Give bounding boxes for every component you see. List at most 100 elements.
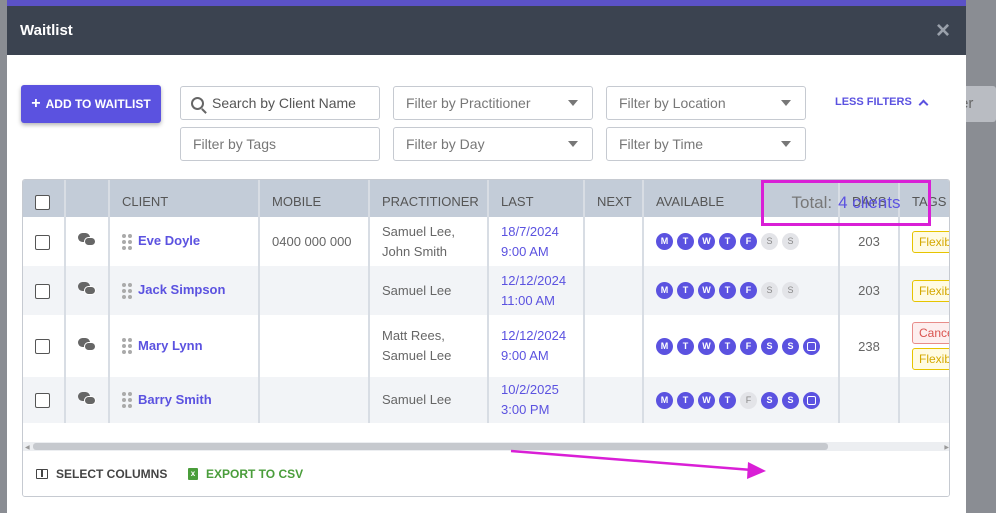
add-to-waitlist-button[interactable]: + ADD TO WAITLIST (21, 85, 161, 123)
search-box[interactable] (180, 86, 380, 120)
column-header-next[interactable]: NEXT (584, 180, 644, 217)
last-appointment-line: 3:00 PM (501, 402, 550, 417)
next-cell (584, 377, 644, 423)
drag-handle-icon[interactable] (122, 282, 132, 299)
filter-tags-label: Filter by Tags (193, 136, 276, 152)
day-indicator: W (698, 233, 715, 251)
client-name-link[interactable]: Mary Lynn (138, 338, 203, 353)
scroll-right-icon[interactable]: ▶ (944, 444, 949, 451)
filter-day-select[interactable]: Filter by Day (393, 127, 593, 161)
next-cell (584, 217, 644, 266)
chevron-down-icon (568, 141, 578, 147)
filter-time-select[interactable]: Filter by Time (606, 127, 806, 161)
days-cell: 203 (839, 266, 900, 315)
search-icon (191, 96, 204, 110)
row-checkbox[interactable] (35, 393, 50, 409)
day-indicator: S (761, 337, 778, 355)
waitlist-table: CLIENT MOBILE PRACTITIONER LAST NEXT AVA… (22, 179, 950, 497)
client-name-link[interactable]: Barry Smith (138, 392, 212, 407)
day-indicator: S (782, 391, 799, 409)
tags-cell: Cancel Flexible (899, 315, 949, 377)
drag-handle-icon[interactable] (122, 338, 132, 355)
mobile-cell (259, 377, 370, 423)
client-cell: Eve Doyle (109, 217, 260, 266)
filter-time-label: Filter by Time (619, 136, 704, 152)
practitioner-cell: Samuel Lee (369, 377, 489, 423)
select-all-cell (23, 180, 66, 217)
filter-location-select[interactable]: Filter by Location (606, 86, 806, 120)
tag-badge: Flexible (912, 348, 949, 370)
available-cell: MTWTFSS (643, 315, 840, 377)
client-name-link[interactable]: Jack Simpson (138, 282, 225, 297)
available-cell: MTWTFSS (643, 377, 840, 423)
chevron-down-icon (568, 100, 578, 106)
modal-title: Waitlist (20, 22, 73, 39)
day-indicator: F (740, 337, 757, 355)
filter-location-label: Filter by Location (619, 95, 726, 111)
day-indicator: T (677, 233, 694, 251)
close-icon[interactable]: × (936, 18, 950, 43)
less-filters-label: LESS FILTERS (835, 96, 912, 108)
tags-cell: Flexible (899, 266, 949, 315)
chat-icon[interactable] (78, 233, 96, 247)
day-indicator: S (761, 391, 778, 409)
column-header-mobile[interactable]: MOBILE (259, 180, 370, 217)
less-filters-toggle[interactable]: LESS FILTERS (835, 96, 929, 109)
day-indicator: W (698, 391, 715, 409)
filter-tags-input[interactable]: Filter by Tags (180, 127, 380, 161)
chat-icon[interactable] (78, 282, 96, 296)
days-cell: 238 (839, 315, 900, 377)
row-select-cell (23, 217, 66, 266)
last-cell[interactable]: 12/12/2024 9:00 AM (488, 315, 585, 377)
select-columns-label: SELECT COLUMNS (56, 467, 168, 481)
row-checkbox[interactable] (35, 234, 50, 250)
note-icon[interactable] (803, 337, 820, 355)
search-input[interactable] (212, 95, 362, 111)
client-cell: Jack Simpson (109, 266, 260, 315)
row-message-cell (65, 266, 110, 315)
columns-icon (36, 469, 48, 479)
select-columns-button[interactable]: SELECT COLUMNS (36, 467, 167, 481)
column-header-last[interactable]: LAST (488, 180, 585, 217)
chevron-down-icon (781, 100, 791, 106)
table-row[interactable]: Mary Lynn Matt Rees, Samuel Lee 12/12/202… (23, 315, 949, 377)
drag-handle-icon[interactable] (122, 392, 132, 409)
export-csv-button[interactable]: x EXPORT TO CSV (188, 467, 303, 481)
row-select-cell (23, 377, 66, 423)
chat-icon[interactable] (78, 391, 96, 406)
last-cell[interactable]: 12/12/2024 11:00 AM (488, 266, 585, 315)
table-row[interactable]: Barry Smith Samuel Lee 10/2/2025 3:00 PM … (23, 377, 949, 423)
practitioner-cell: Samuel Lee (369, 266, 489, 315)
last-cell[interactable]: 10/2/2025 3:00 PM (488, 377, 585, 423)
plus-icon: + (31, 95, 41, 112)
day-indicator: M (656, 282, 673, 300)
day-indicator: M (656, 337, 673, 355)
filter-day-label: Filter by Day (406, 136, 485, 152)
tags-cell (899, 377, 949, 423)
horizontal-scrollbar[interactable]: ◀ ▶ (23, 442, 949, 451)
total-count: 4 clients (838, 193, 901, 212)
row-checkbox[interactable] (35, 339, 50, 355)
chevron-down-icon (781, 141, 791, 147)
day-indicator: M (656, 391, 673, 409)
chat-icon[interactable] (78, 337, 96, 352)
drag-handle-icon[interactable] (122, 233, 132, 250)
next-cell (584, 315, 644, 377)
client-name-link[interactable]: Eve Doyle (138, 233, 200, 248)
last-appointment-line: 9:00 AM (501, 348, 549, 363)
column-header-practitioner[interactable]: PRACTITIONER (369, 180, 489, 217)
day-indicator: W (698, 282, 715, 300)
last-cell[interactable]: 18/7/2024 9:00 AM (488, 217, 585, 266)
add-to-waitlist-label: ADD TO WAITLIST (45, 97, 151, 111)
row-checkbox[interactable] (35, 283, 50, 299)
last-appointment-line: 10/2/2025 (501, 382, 559, 397)
note-icon[interactable] (803, 391, 820, 409)
table-row[interactable]: Jack Simpson Samuel Lee 12/12/2024 11:00 … (23, 266, 949, 315)
scrollbar-thumb[interactable] (33, 443, 828, 450)
scroll-left-icon[interactable]: ◀ (25, 444, 30, 451)
column-header-client[interactable]: CLIENT (109, 180, 260, 217)
select-all-checkbox[interactable] (35, 194, 50, 210)
day-indicator: T (677, 282, 694, 300)
filter-practitioner-select[interactable]: Filter by Practitioner (393, 86, 593, 120)
background-left-strip (0, 0, 7, 513)
